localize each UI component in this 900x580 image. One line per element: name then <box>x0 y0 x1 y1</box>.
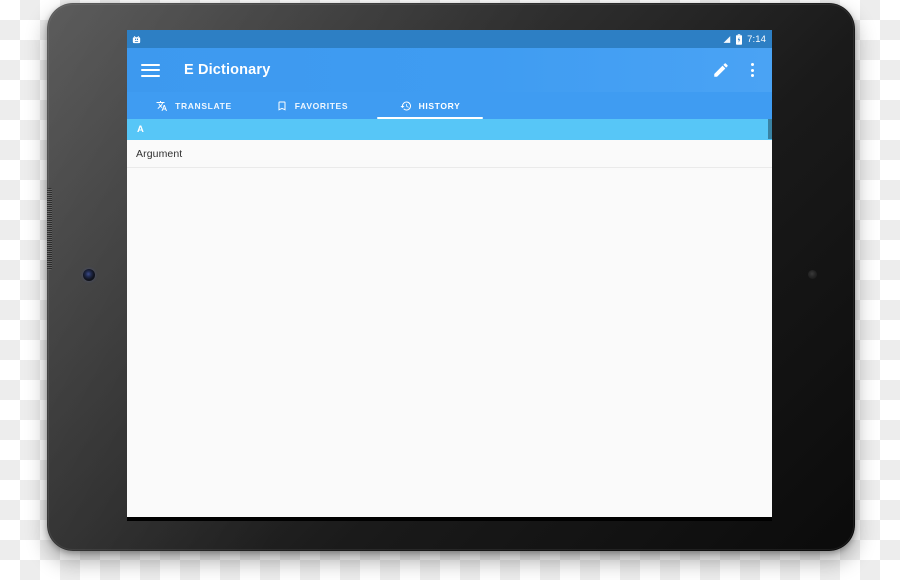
tablet-device: 7:14 E Dictionary TRANSLATE FAVORITES HI… <box>47 3 855 551</box>
content-scrollbar[interactable] <box>768 119 772 517</box>
translate-icon <box>156 100 168 111</box>
list-section-header-label: A <box>137 124 145 135</box>
list-item-label: Argument <box>136 147 183 160</box>
signal-bars-icon <box>723 35 731 43</box>
status-bar-notifications <box>131 34 142 45</box>
page-title: E Dictionary <box>184 62 271 78</box>
scrollbar-thumb[interactable] <box>768 119 772 139</box>
android-notification-icon <box>132 35 141 43</box>
screenshot-canvas: 7:14 E Dictionary TRANSLATE FAVORITES HI… <box>0 0 900 580</box>
pencil-icon[interactable] <box>712 61 730 79</box>
tab-translate[interactable]: TRANSLATE <box>135 92 253 119</box>
app-bar-actions <box>712 61 760 79</box>
tab-translate-label: TRANSLATE <box>175 100 232 111</box>
history-list: A Argument <box>127 119 772 517</box>
status-bar-clock: 7:14 <box>747 33 766 45</box>
clock-history-icon <box>400 101 411 110</box>
side-speaker-grille-icon <box>47 188 52 270</box>
hamburger-menu-icon[interactable] <box>141 59 163 81</box>
tab-favorites-label: FAVORITES <box>294 100 349 111</box>
battery-icon <box>736 33 743 45</box>
more-vert-icon[interactable] <box>744 63 760 77</box>
list-item[interactable]: Argument <box>127 140 772 168</box>
tab-history-label: HISTORY <box>418 100 461 111</box>
status-bar-indicators: 7:14 <box>722 34 766 45</box>
list-section-header: A <box>127 119 772 140</box>
ambient-sensor-icon <box>808 270 817 279</box>
system-navigation-bar <box>127 517 772 521</box>
status-bar: 7:14 <box>127 30 772 48</box>
tab-bar: TRANSLATE FAVORITES HISTORY <box>127 92 772 119</box>
tab-history[interactable]: HISTORY <box>371 92 489 119</box>
front-camera-icon <box>83 269 95 281</box>
tab-favorites[interactable]: FAVORITES <box>253 92 371 119</box>
tablet-screen: 7:14 E Dictionary TRANSLATE FAVORITES HI… <box>127 30 772 521</box>
app-bar: E Dictionary <box>127 48 772 92</box>
bookmark-icon <box>278 101 286 110</box>
